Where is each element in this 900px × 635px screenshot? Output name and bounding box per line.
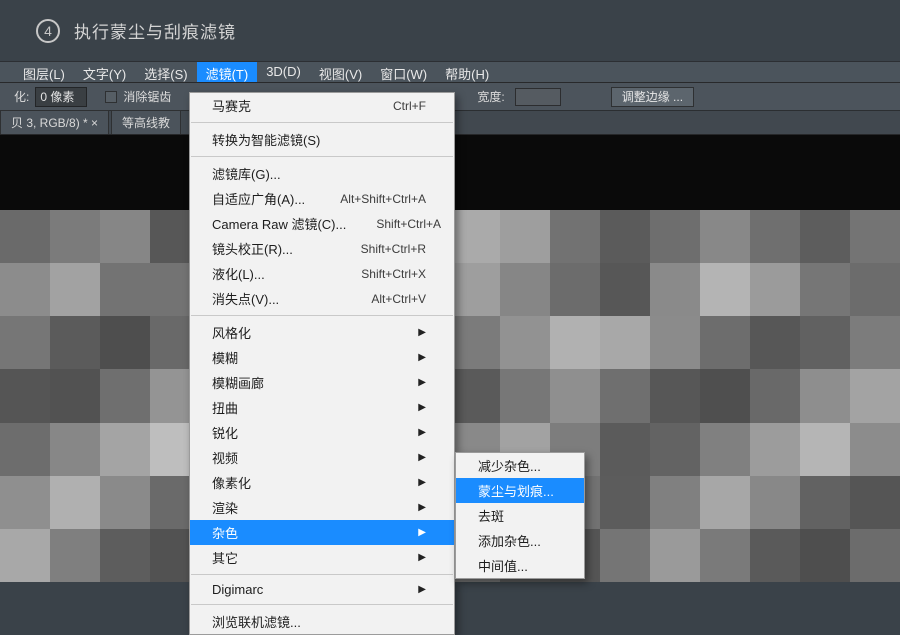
step-title: 执行蒙尘与刮痕滤镜 bbox=[74, 18, 236, 43]
antialias-label: 消除锯齿 bbox=[123, 88, 171, 105]
feather-label: 化: bbox=[14, 88, 29, 105]
menu-item[interactable]: 液化(L)...Shift+Ctrl+X bbox=[190, 261, 454, 286]
menubar-item[interactable]: 视图(V) bbox=[310, 62, 371, 82]
menu-separator bbox=[191, 315, 453, 316]
menu-item[interactable]: 视频▶ bbox=[190, 445, 454, 470]
menu-separator bbox=[191, 156, 453, 157]
submenu-arrow-icon: ▶ bbox=[400, 584, 426, 595]
width-input[interactable] bbox=[515, 88, 561, 106]
menu-item[interactable]: 扭曲▶ bbox=[190, 395, 454, 420]
menu-item[interactable]: 添加杂色... bbox=[456, 528, 584, 553]
submenu-arrow-icon: ▶ bbox=[400, 327, 426, 338]
menubar-item[interactable]: 选择(S) bbox=[135, 62, 196, 82]
menubar-item[interactable]: 滤镜(T) bbox=[197, 62, 258, 82]
menubar-item[interactable]: 图层(L) bbox=[14, 62, 74, 82]
menu-item[interactable]: 其它▶ bbox=[190, 545, 454, 570]
filter-menu: 马赛克Ctrl+F 转换为智能滤镜(S) 滤镜库(G)...自适应广角(A)...A… bbox=[189, 92, 455, 635]
submenu-arrow-icon: ▶ bbox=[400, 527, 426, 538]
menu-item[interactable]: 镜头校正(R)...Shift+Ctrl+R bbox=[190, 236, 454, 261]
menu-item[interactable]: 消失点(V)...Alt+Ctrl+V bbox=[190, 286, 454, 311]
menu-item[interactable]: 杂色▶ bbox=[190, 520, 454, 545]
menu-item[interactable]: 锐化▶ bbox=[190, 420, 454, 445]
menu-item[interactable]: Digimarc▶ bbox=[190, 579, 454, 600]
menu-separator bbox=[191, 122, 453, 123]
step-header: 4 执行蒙尘与刮痕滤镜 bbox=[0, 0, 900, 61]
menu-item[interactable]: 风格化▶ bbox=[190, 320, 454, 345]
menu-item[interactable]: 模糊画廊▶ bbox=[190, 370, 454, 395]
submenu-arrow-icon: ▶ bbox=[400, 477, 426, 488]
menubar: 图层(L)文字(Y)选择(S)滤镜(T)3D(D)视图(V)窗口(W)帮助(H) bbox=[0, 61, 900, 83]
menubar-item[interactable]: 3D(D) bbox=[257, 62, 310, 82]
menu-item[interactable]: 马赛克Ctrl+F bbox=[190, 93, 454, 118]
menu-item[interactable]: 自适应广角(A)...Alt+Shift+Ctrl+A bbox=[190, 186, 454, 211]
menu-item[interactable]: 减少杂色... bbox=[456, 453, 584, 478]
menu-item[interactable]: Camera Raw 滤镜(C)...Shift+Ctrl+A bbox=[190, 211, 454, 236]
menu-item[interactable]: 模糊▶ bbox=[190, 345, 454, 370]
menubar-item[interactable]: 文字(Y) bbox=[74, 62, 135, 82]
menu-item[interactable]: 中间值... bbox=[456, 553, 584, 578]
menubar-item[interactable]: 窗口(W) bbox=[371, 62, 436, 82]
menubar-item[interactable]: 帮助(H) bbox=[436, 62, 498, 82]
feather-input[interactable]: 0 像素 bbox=[35, 87, 87, 107]
submenu-arrow-icon: ▶ bbox=[400, 402, 426, 413]
step-number-badge: 4 bbox=[36, 19, 60, 43]
menu-item[interactable]: 像素化▶ bbox=[190, 470, 454, 495]
refine-edge-button[interactable]: 调整边缘 ... bbox=[611, 87, 694, 107]
menu-separator bbox=[191, 574, 453, 575]
menu-item[interactable]: 滤镜库(G)... bbox=[190, 161, 454, 186]
submenu-arrow-icon: ▶ bbox=[400, 427, 426, 438]
submenu-arrow-icon: ▶ bbox=[400, 377, 426, 388]
menu-item[interactable]: 渲染▶ bbox=[190, 495, 454, 520]
menu-item[interactable]: 浏览联机滤镜... bbox=[190, 609, 454, 634]
menu-item[interactable]: 转换为智能滤镜(S) bbox=[190, 127, 454, 152]
antialias-checkbox[interactable] bbox=[105, 91, 117, 103]
submenu-arrow-icon: ▶ bbox=[400, 452, 426, 463]
submenu-arrow-icon: ▶ bbox=[400, 502, 426, 513]
menu-item[interactable]: 蒙尘与划痕... bbox=[456, 478, 584, 503]
noise-submenu: 减少杂色...蒙尘与划痕...去斑添加杂色...中间值... bbox=[455, 452, 585, 579]
submenu-arrow-icon: ▶ bbox=[400, 552, 426, 563]
menu-item[interactable]: 去斑 bbox=[456, 503, 584, 528]
document-tab[interactable]: 等高线教 bbox=[111, 110, 181, 134]
document-tab[interactable]: 贝 3, RGB/8) * × bbox=[0, 110, 109, 134]
width-label: 宽度: bbox=[477, 88, 504, 105]
submenu-arrow-icon: ▶ bbox=[400, 352, 426, 363]
menu-separator bbox=[191, 604, 453, 605]
